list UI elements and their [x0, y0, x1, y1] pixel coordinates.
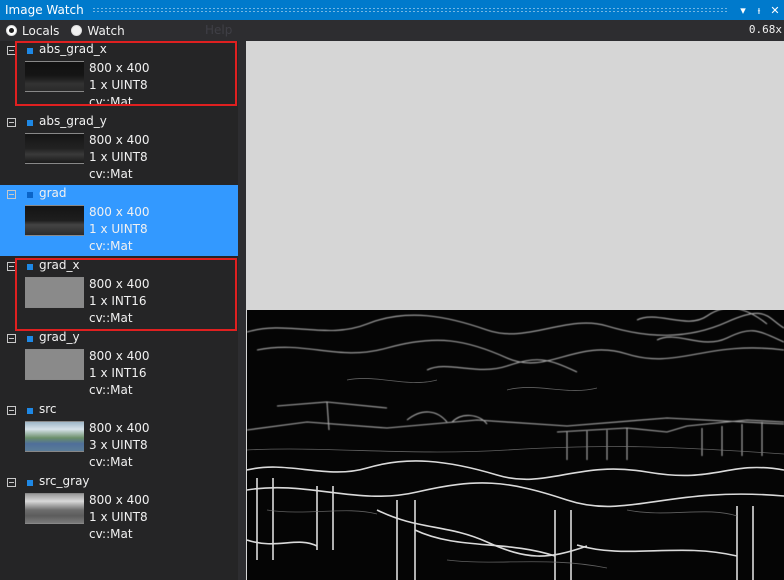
item-thumbnail: [25, 421, 84, 452]
item-type: 1 x INT16: [89, 294, 147, 308]
collapse-icon[interactable]: [7, 478, 16, 487]
item-info: 800 x 400 1 x UINT8 cv::Mat: [89, 204, 150, 255]
list-item-src_gray[interactable]: src_gray 800 x 400 1 x UINT8 cv::Mat: [0, 473, 238, 544]
item-info: 800 x 400 1 x INT16 cv::Mat: [89, 276, 150, 327]
variable-type-icon: [27, 264, 33, 270]
watch-radio[interactable]: Watch: [71, 23, 125, 38]
item-info: 800 x 400 1 x UINT8 cv::Mat: [89, 60, 150, 111]
list-item-grad[interactable]: grad 800 x 400 1 x UINT8 cv::Mat: [0, 185, 238, 256]
radio-unchecked-icon: [71, 25, 83, 36]
item-size: 800 x 400: [89, 277, 150, 291]
item-size: 800 x 400: [89, 133, 150, 147]
item-thumbnail: [25, 277, 84, 308]
item-type: 1 x INT16: [89, 366, 147, 380]
collapse-icon[interactable]: [7, 334, 16, 343]
item-name: grad_x: [39, 258, 80, 272]
variable-type-icon: [27, 192, 33, 198]
item-name: src: [39, 402, 57, 416]
variable-list[interactable]: abs_grad_x 800 x 400 1 x UINT8 cv::Mat a…: [0, 41, 238, 580]
item-name: abs_grad_x: [39, 42, 107, 56]
item-type: 1 x UINT8: [89, 222, 148, 236]
variable-type-icon: [27, 480, 33, 486]
item-name: abs_grad_y: [39, 114, 107, 128]
zoom-level: 0.68x: [748, 23, 782, 36]
item-size: 800 x 400: [89, 493, 150, 507]
locals-radio[interactable]: Locals: [6, 24, 59, 38]
variable-type-icon: [27, 336, 33, 342]
radio-checked-icon: [6, 25, 17, 36]
item-kind: cv::Mat: [89, 239, 133, 253]
item-thumbnail: [25, 349, 84, 380]
item-info: 800 x 400 3 x UINT8 cv::Mat: [89, 420, 150, 471]
item-size: 800 x 400: [89, 61, 150, 75]
item-thumbnail: [25, 205, 84, 236]
item-info: 800 x 400 1 x UINT8 cv::Mat: [89, 492, 150, 543]
item-thumbnail: [25, 61, 84, 92]
item-kind: cv::Mat: [89, 455, 133, 469]
list-item-grad_y[interactable]: grad_y 800 x 400 1 x INT16 cv::Mat: [0, 329, 238, 400]
variable-type-icon: [27, 408, 33, 414]
item-kind: cv::Mat: [89, 311, 133, 325]
item-kind: cv::Mat: [89, 167, 133, 181]
item-type: 1 x UINT8: [89, 150, 148, 164]
item-name: grad_y: [39, 330, 80, 344]
collapse-icon[interactable]: [7, 190, 16, 199]
item-type: 3 x UINT8: [89, 438, 148, 452]
help-link[interactable]: Help: [205, 23, 232, 37]
item-size: 800 x 400: [89, 205, 150, 219]
collapse-icon[interactable]: [7, 406, 16, 415]
list-item-abs_grad_x[interactable]: abs_grad_x 800 x 400 1 x UINT8 cv::Mat: [0, 41, 238, 112]
item-type: 1 x UINT8: [89, 510, 148, 524]
item-thumbnail: [25, 133, 84, 164]
image-canvas[interactable]: [247, 310, 784, 580]
edge-image-preview: [247, 310, 784, 580]
locals-label: Locals: [22, 23, 60, 38]
collapse-icon[interactable]: [7, 46, 16, 55]
item-size: 800 x 400: [89, 349, 150, 363]
collapse-icon[interactable]: [7, 262, 16, 271]
image-watch-window: Image Watch ▾ ᵼ ✕ Locals Watch Help 0.68…: [0, 0, 784, 580]
item-thumbnail: [25, 493, 84, 524]
pin-icon[interactable]: ᵼ: [752, 4, 766, 17]
list-item-abs_grad_y[interactable]: abs_grad_y 800 x 400 1 x UINT8 cv::Mat: [0, 113, 238, 184]
item-kind: cv::Mat: [89, 95, 133, 109]
title-drag-grip[interactable]: [91, 7, 728, 13]
variable-type-icon: [27, 120, 33, 126]
close-icon[interactable]: ✕: [768, 4, 782, 17]
variable-type-icon: [27, 48, 33, 54]
list-item-src[interactable]: src 800 x 400 3 x UINT8 cv::Mat: [0, 401, 238, 472]
item-kind: cv::Mat: [89, 527, 133, 541]
window-title: Image Watch: [5, 3, 84, 17]
item-name: grad: [39, 186, 67, 200]
watch-label: Watch: [87, 23, 125, 38]
list-item-grad_x[interactable]: grad_x 800 x 400 1 x INT16 cv::Mat: [0, 257, 238, 328]
toolbar: Locals Watch Help 0.68x: [0, 20, 784, 41]
item-type: 1 x UINT8: [89, 78, 148, 92]
list-splitter[interactable]: [238, 41, 246, 580]
dropdown-arrow-icon[interactable]: ▾: [736, 4, 750, 17]
item-size: 800 x 400: [89, 421, 150, 435]
item-name: src_gray: [39, 474, 90, 488]
item-info: 800 x 400 1 x INT16 cv::Mat: [89, 348, 150, 399]
item-kind: cv::Mat: [89, 383, 133, 397]
collapse-icon[interactable]: [7, 118, 16, 127]
item-info: 800 x 400 1 x UINT8 cv::Mat: [89, 132, 150, 183]
title-bar[interactable]: Image Watch ▾ ᵼ ✕: [0, 0, 784, 20]
